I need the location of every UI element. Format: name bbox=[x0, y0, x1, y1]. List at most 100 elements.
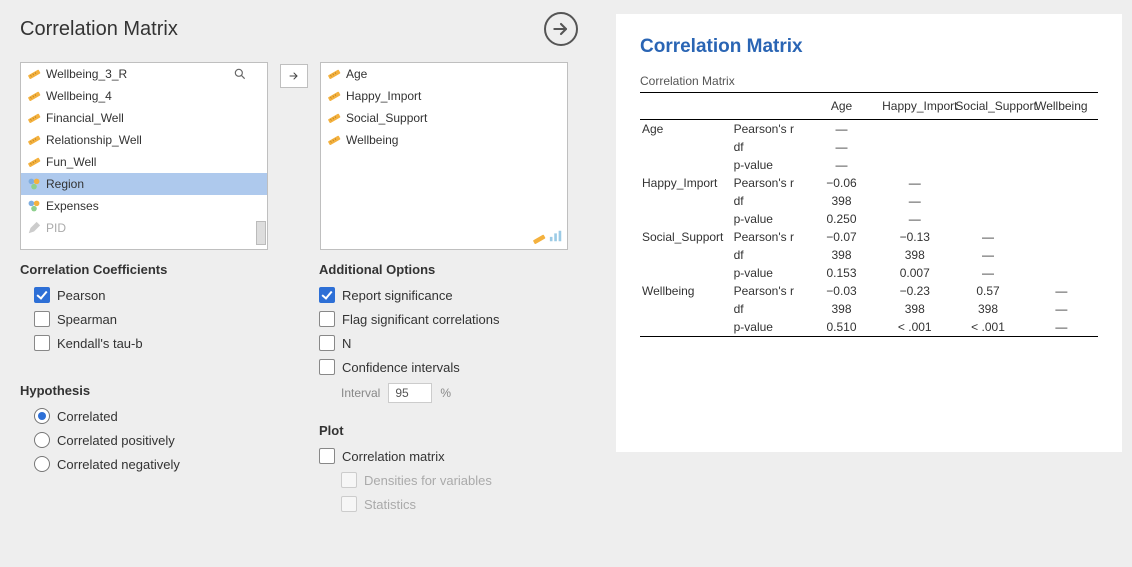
cell: 0.153 bbox=[805, 264, 878, 282]
list-item[interactable]: Region bbox=[21, 173, 267, 195]
cell: — bbox=[805, 156, 878, 174]
cell bbox=[1025, 228, 1098, 246]
cell: 0.510 bbox=[805, 318, 878, 337]
cell: −0.07 bbox=[805, 228, 878, 246]
nominal-icon bbox=[27, 199, 41, 213]
row-stat: Pearson's r bbox=[734, 282, 805, 300]
cell: — bbox=[805, 138, 878, 156]
list-item[interactable]: Expenses bbox=[21, 195, 267, 217]
cell bbox=[1025, 210, 1098, 228]
interval-suffix: % bbox=[440, 386, 451, 400]
cell bbox=[1025, 138, 1098, 156]
run-button[interactable] bbox=[544, 12, 578, 46]
pearson-label: Pearson bbox=[57, 288, 105, 303]
cell: −0.23 bbox=[878, 282, 951, 300]
kendall-checkbox[interactable]: Kendall's tau-b bbox=[34, 331, 279, 355]
list-item[interactable]: Relationship_Well bbox=[21, 129, 267, 151]
var-label: Financial_Well bbox=[46, 111, 124, 125]
results-subtitle: Correlation Matrix bbox=[640, 74, 1098, 88]
hyp-negative-radio[interactable]: Correlated negatively bbox=[34, 452, 279, 476]
row-var bbox=[640, 210, 734, 228]
row-stat: p-value bbox=[734, 156, 805, 174]
spearman-label: Spearman bbox=[57, 312, 117, 327]
list-item[interactable]: Wellbeing_4 bbox=[21, 85, 267, 107]
hyp-correlated-radio[interactable]: Correlated bbox=[34, 404, 279, 428]
cell bbox=[951, 210, 1024, 228]
cell: < .001 bbox=[878, 318, 951, 337]
ci-label: Confidence intervals bbox=[342, 360, 460, 375]
list-item[interactable]: Fun_Well bbox=[21, 151, 267, 173]
col-header: Happy_Import bbox=[878, 93, 951, 120]
cell bbox=[1025, 246, 1098, 264]
row-var: Social_Support bbox=[640, 228, 734, 246]
radio-icon bbox=[34, 456, 50, 472]
checkbox-icon bbox=[341, 472, 357, 488]
row-stat: df bbox=[734, 246, 805, 264]
spearman-checkbox[interactable]: Spearman bbox=[34, 307, 279, 331]
interval-label: Interval bbox=[341, 386, 380, 400]
var-label: Happy_Import bbox=[346, 89, 421, 103]
list-item[interactable]: Wellbeing bbox=[321, 129, 567, 151]
pearson-checkbox[interactable]: Pearson bbox=[34, 283, 279, 307]
cell: 398 bbox=[878, 300, 951, 318]
ruler-icon bbox=[327, 89, 341, 103]
row-var bbox=[640, 192, 734, 210]
plot-densities-checkbox: Densities for variables bbox=[341, 468, 578, 492]
ci-interval-row: Interval % bbox=[341, 383, 578, 403]
checkbox-icon bbox=[319, 335, 335, 351]
list-item[interactable]: Social_Support bbox=[321, 107, 567, 129]
cell: — bbox=[878, 192, 951, 210]
plot-matrix-checkbox[interactable]: Correlation matrix bbox=[319, 444, 578, 468]
cell: −0.03 bbox=[805, 282, 878, 300]
scrollbar-thumb[interactable] bbox=[256, 221, 266, 245]
n-checkbox[interactable]: N bbox=[319, 331, 578, 355]
bars-icon bbox=[549, 229, 563, 246]
hyp-positive-radio[interactable]: Correlated positively bbox=[34, 428, 279, 452]
pencil-icon bbox=[27, 221, 41, 235]
destination-variables-list[interactable]: Age Happy_Import Social_Support Wellbeing bbox=[320, 62, 568, 250]
list-item[interactable]: Age bbox=[321, 63, 567, 85]
arrow-right-icon bbox=[551, 19, 571, 39]
list-item[interactable]: Happy_Import bbox=[321, 85, 567, 107]
ruler-icon bbox=[27, 111, 41, 125]
cell bbox=[1025, 120, 1098, 139]
n-label: N bbox=[342, 336, 351, 351]
cell: 0.57 bbox=[951, 282, 1024, 300]
var-label: Wellbeing bbox=[346, 133, 398, 147]
col-header: Wellbeing bbox=[1025, 93, 1098, 120]
cell: 398 bbox=[951, 300, 1024, 318]
cell bbox=[878, 138, 951, 156]
variables-row: Wellbeing_3_RWellbeing_4 Financial_Well Re… bbox=[0, 62, 598, 250]
row-var bbox=[640, 246, 734, 264]
list-item[interactable]: Financial_Well bbox=[21, 107, 267, 129]
flag-checkbox[interactable]: Flag significant correlations bbox=[319, 307, 578, 331]
ruler-icon bbox=[532, 232, 546, 246]
move-variable-button[interactable] bbox=[280, 64, 308, 88]
cell bbox=[1025, 156, 1098, 174]
row-stat: p-value bbox=[734, 318, 805, 337]
flag-label: Flag significant correlations bbox=[342, 312, 500, 327]
checkbox-icon bbox=[34, 287, 50, 303]
source-variables-list[interactable]: Wellbeing_3_RWellbeing_4 Financial_Well Re… bbox=[20, 62, 268, 250]
cell: 398 bbox=[805, 300, 878, 318]
list-item[interactable]: Wellbeing_3_R bbox=[21, 63, 267, 85]
plot-stats-checkbox: Statistics bbox=[341, 492, 578, 516]
var-label: Age bbox=[346, 67, 367, 81]
var-label: Social_Support bbox=[346, 111, 427, 125]
report-sig-checkbox[interactable]: Report significance bbox=[319, 283, 578, 307]
checkbox-icon bbox=[341, 496, 357, 512]
cell bbox=[951, 156, 1024, 174]
list-item: PID bbox=[21, 217, 267, 239]
cell bbox=[878, 120, 951, 139]
cell: 398 bbox=[805, 246, 878, 264]
left-options-column: Correlation Coefficients Pearson Spearma… bbox=[20, 262, 279, 516]
checkbox-icon bbox=[34, 311, 50, 327]
results-panel: Correlation Matrix Correlation Matrix Ag… bbox=[598, 0, 1132, 567]
right-options-column: Additional Options Report significance F… bbox=[319, 262, 578, 516]
ruler-icon bbox=[327, 67, 341, 81]
cell bbox=[951, 174, 1024, 192]
row-stat: df bbox=[734, 138, 805, 156]
interval-input[interactable] bbox=[388, 383, 432, 403]
search-icon[interactable] bbox=[233, 67, 247, 84]
ci-checkbox[interactable]: Confidence intervals bbox=[319, 355, 578, 379]
